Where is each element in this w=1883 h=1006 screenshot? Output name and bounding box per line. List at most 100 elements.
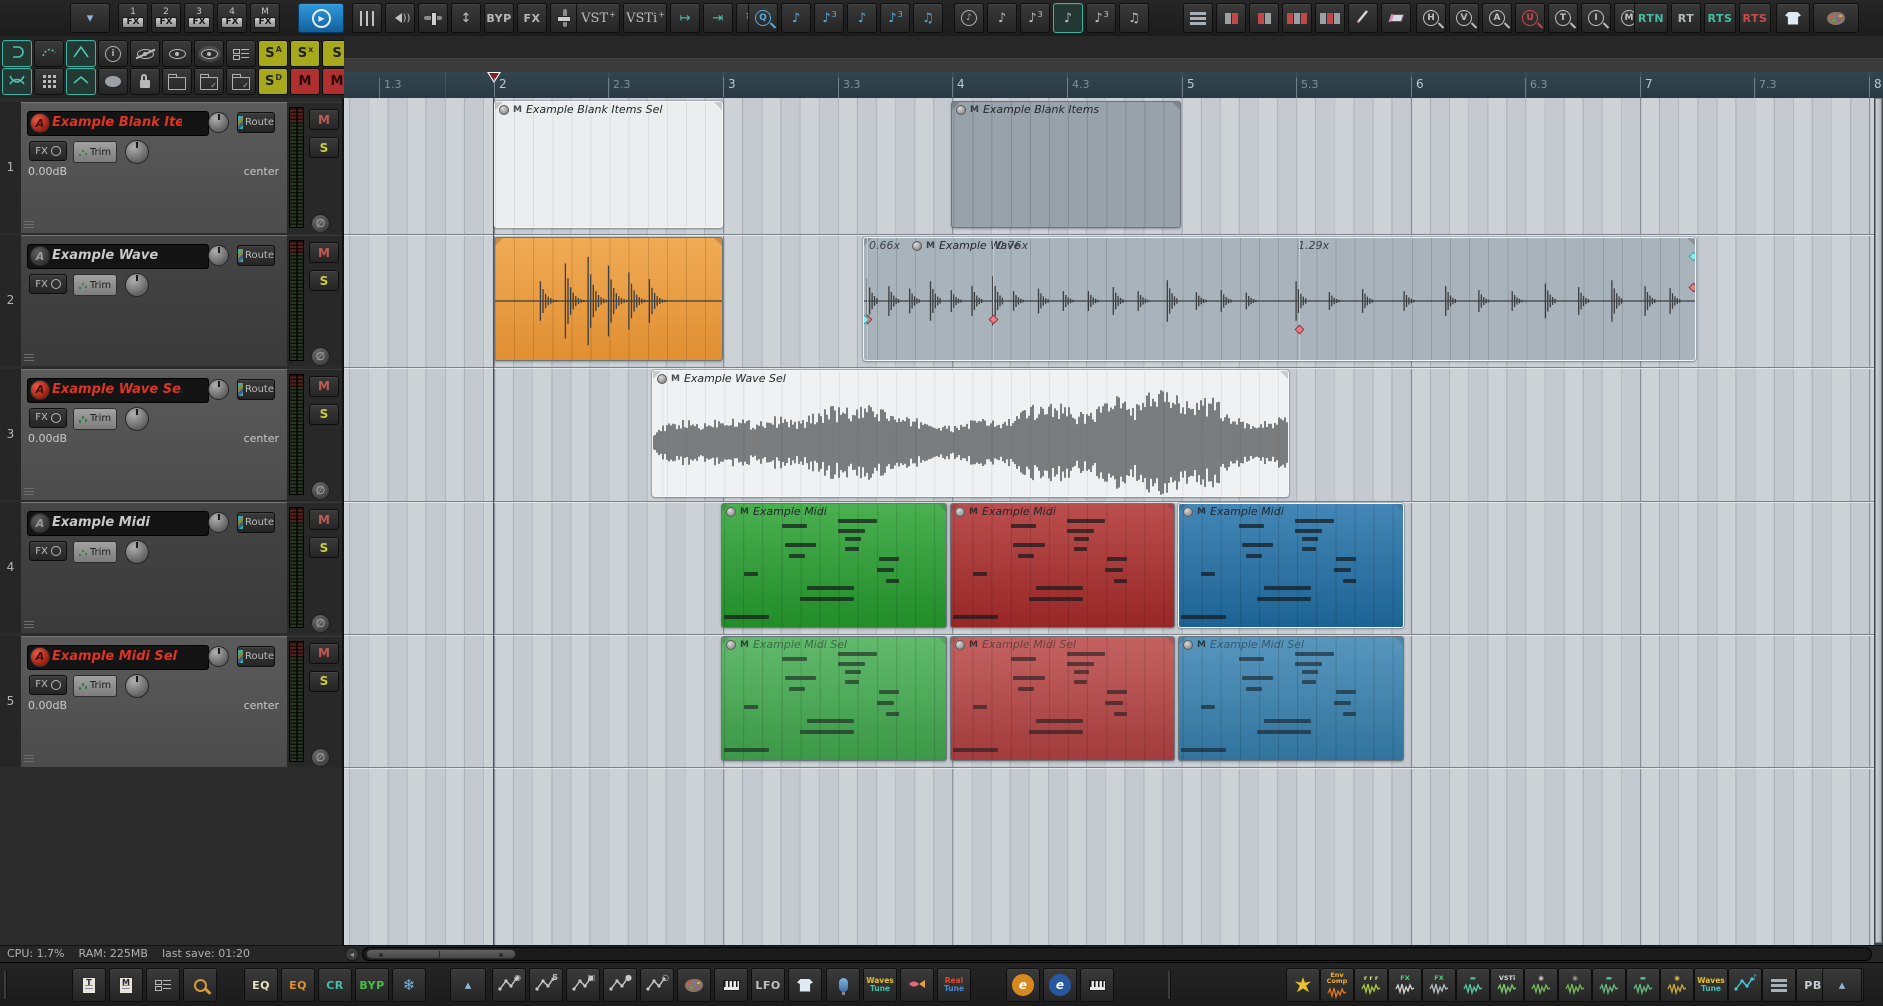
phase-button[interactable]: ∅ (311, 214, 330, 233)
scroll-left-button[interactable]: ◂ (345, 947, 359, 961)
play-button[interactable]: ▶ (298, 3, 344, 33)
mute-button[interactable]: M (309, 642, 339, 664)
item-midi-red[interactable]: M Example Midi (950, 503, 1175, 628)
mute-button[interactable]: M (309, 375, 339, 397)
show-items-icon[interactable] (162, 40, 192, 67)
item-wave-orange[interactable] (494, 237, 723, 361)
folder-icon[interactable] (162, 68, 192, 95)
solo-a-button[interactable]: SA (258, 40, 288, 67)
render-wave-1-icon[interactable]: ◉ (1524, 968, 1558, 1002)
hand-scroll-icon[interactable]: ● (603, 968, 637, 1002)
zoom-undo-icon[interactable]: U (1515, 3, 1545, 33)
grid-beamed-icon[interactable]: ♫ (1119, 3, 1149, 33)
eq-white-button[interactable]: EQ (244, 968, 278, 1002)
pan-knob[interactable] (208, 112, 229, 133)
item-mute-chip[interactable]: M (926, 241, 935, 251)
fx-wave-1-icon[interactable]: FX (1388, 968, 1422, 1002)
item-mute-chip[interactable]: M (1197, 507, 1206, 517)
palette-envelope-icon[interactable] (677, 968, 711, 1002)
folder-check2-icon[interactable]: ✓ (226, 68, 256, 95)
rt-button[interactable]: RT (1671, 3, 1701, 33)
mute-button[interactable]: M (309, 109, 339, 130)
zoom-tool-button[interactable] (183, 968, 217, 1002)
note-beamed-icon[interactable]: ♫ (913, 3, 943, 33)
note-triplet2-icon[interactable]: ♪3 (880, 3, 910, 33)
track-panel-4[interactable]: 4 A Example Midi Route FX Trim M S ∅ (0, 502, 342, 634)
folder-check-icon[interactable]: ✓ (194, 68, 224, 95)
item-group-circle-icon[interactable] (726, 639, 736, 650)
midi-template-button[interactable]: M (109, 968, 143, 1002)
wardrobe-icon[interactable] (788, 968, 822, 1002)
render-wave-2-icon[interactable]: ◉ (1558, 968, 1592, 1002)
track-panel-3[interactable]: 3 A Example Wave Sel Route FX Trim 0.00dB cente… (0, 368, 342, 500)
item-lanes-icon[interactable] (1183, 3, 1213, 33)
item-mute-chip[interactable]: M (671, 374, 680, 384)
item-list-button[interactable] (146, 968, 180, 1002)
toolbar-dropdown[interactable]: ▾ (70, 3, 110, 33)
fx-slot-master-button[interactable]: M FX (250, 3, 280, 33)
phase-button[interactable]: ∅ (311, 747, 330, 767)
trim-button[interactable]: Trim (73, 407, 117, 430)
eraser-icon[interactable] (1381, 3, 1411, 33)
horizontal-scrollbar[interactable]: ◂ (345, 947, 1875, 961)
pan-knob[interactable] (208, 245, 229, 267)
monitor-speaker-icon[interactable]: )) (385, 3, 415, 33)
solo-button[interactable]: S (309, 403, 339, 425)
real-tune-button[interactable]: Real Tune (937, 968, 971, 1002)
punch-in-icon[interactable]: ↦ (670, 3, 700, 33)
collapse-button-left[interactable]: ▴ (450, 968, 486, 1002)
melodyne-orange-logo[interactable]: e (1006, 968, 1040, 1002)
pitch-fish-icon[interactable] (900, 968, 934, 1002)
glue-spark-icon[interactable] (1286, 968, 1320, 1002)
clip-wave-icon[interactable]: ▬ (1456, 968, 1490, 1002)
solo-d-button[interactable]: SD (258, 68, 288, 95)
heal-item-icon[interactable] (1315, 3, 1345, 33)
rts-button[interactable]: RTS (1704, 3, 1736, 33)
pan-envelope-icon[interactable]: ○ (640, 968, 674, 1002)
item-mute-chip[interactable]: M (740, 507, 749, 517)
track-name[interactable]: Example Blank Items (52, 115, 182, 130)
zoom-horizontal-icon[interactable]: H (1416, 3, 1446, 33)
move-wave-2-icon[interactable]: ▬ (1626, 968, 1660, 1002)
zoom-item-icon[interactable]: I (1581, 3, 1611, 33)
env-comp-button[interactable]: Env Comp (1320, 968, 1354, 1002)
item-midi-green[interactable]: M Example Midi (721, 503, 947, 628)
solo-button[interactable]: S (309, 270, 339, 292)
note-eighth-icon[interactable]: ♪ (781, 3, 811, 33)
track-name[interactable]: Example Wave Sel (52, 382, 182, 397)
grid-triplet2-icon[interactable]: ♪3 (1086, 3, 1116, 33)
item-list-icon[interactable] (226, 40, 256, 67)
stretch-marker-line[interactable] (993, 238, 994, 360)
record-arm-button[interactable]: A (30, 646, 50, 667)
item-group-circle-icon[interactable] (912, 240, 922, 251)
eq-orange-button[interactable]: EQ (281, 968, 315, 1002)
route-button[interactable]: Route (237, 112, 275, 133)
add-vst-button[interactable]: VST+ (576, 3, 620, 33)
pencil-icon[interactable] (1348, 3, 1378, 33)
solo-button[interactable]: S (309, 537, 339, 559)
pan-knob[interactable] (208, 378, 229, 400)
item-group-circle-icon[interactable] (955, 506, 965, 517)
volume-knob[interactable] (125, 273, 149, 298)
envelope-loop-icon[interactable] (2, 40, 32, 67)
grid-eighth-icon[interactable]: ♪ (987, 3, 1017, 33)
split-item-icon[interactable] (1282, 3, 1312, 33)
panel-grip[interactable] (24, 221, 34, 229)
timeline-ruler[interactable]: 1.3 2 2.3 3 3.3 4 4.3 5 5.3 6 6.3 7 7.3 8 (344, 72, 1883, 99)
fx-slot-1-button[interactable]: 1 FX (118, 3, 148, 33)
panel-grip[interactable] (24, 621, 34, 630)
volume-knob[interactable] (125, 406, 149, 431)
track-panel-2[interactable]: 2 A Example Wave Route FX Trim M S ∅ (0, 235, 342, 367)
item-info-icon[interactable]: i (98, 40, 128, 67)
offline-fx-icon[interactable]: ▣ (566, 968, 600, 1002)
volume-knob[interactable] (125, 540, 149, 565)
item-wave-stretched[interactable]: M Example Wave 0.66x 0.76x 1.29x (863, 237, 1696, 361)
item-wave-sel[interactable]: M Example Wave Sel (652, 370, 1289, 497)
track-name[interactable]: Example Midi Sel (52, 649, 177, 664)
fx-wave-2-icon[interactable]: FX (1422, 968, 1456, 1002)
grid-sixteenth-icon[interactable]: ♪ (1053, 3, 1083, 33)
stretch-marker-line[interactable] (1299, 238, 1300, 360)
mute-button-1[interactable]: M (290, 68, 320, 95)
metronome-grid-icon[interactable]: ♪ (954, 3, 984, 33)
cr-button[interactable]: CR (318, 968, 352, 1002)
